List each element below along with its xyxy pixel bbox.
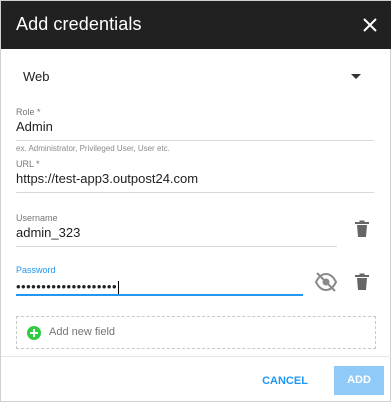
role-hint: ex. Administrator, Privileged User, User… [16, 144, 170, 153]
role-input[interactable]: Admin [16, 119, 374, 135]
credential-type-value: Web [23, 69, 50, 84]
footer-divider [1, 356, 391, 357]
password-input[interactable]: •••••••••••••••••••• [16, 279, 117, 294]
password-label: Password [16, 265, 56, 275]
trash-icon [355, 273, 369, 290]
close-icon [363, 18, 377, 32]
dialog-title: Add credentials [16, 14, 142, 34]
url-label: URL * [16, 159, 40, 169]
text-cursor [118, 280, 120, 295]
username-field[interactable]: Username admin_323 [16, 213, 337, 247]
trash-icon [355, 220, 369, 237]
close-button[interactable] [358, 13, 382, 37]
username-underline [16, 246, 337, 247]
credential-type-select[interactable]: Web [16, 61, 373, 91]
add-new-field-label: Add new field [49, 326, 116, 338]
add-button[interactable]: ADD [334, 366, 384, 395]
add-credentials-dialog: Add credentials Web Role * Admin ex. Adm… [0, 0, 391, 402]
password-value-row: •••••••••••••••••••• [16, 279, 302, 295]
delete-username-button[interactable] [354, 220, 370, 243]
password-field[interactable]: Password •••••••••••••••••••• [16, 265, 302, 295]
url-underline [16, 192, 374, 193]
role-label: Role * [16, 107, 41, 117]
add-new-field-button[interactable]: Add new field [16, 316, 376, 349]
role-field[interactable]: Role * Admin [16, 107, 374, 141]
url-field[interactable]: URL * https://test-app3.outpost24.com [16, 159, 374, 193]
role-underline [16, 140, 374, 141]
cancel-button[interactable]: CANCEL [256, 369, 314, 393]
toggle-password-visibility-button[interactable] [314, 271, 338, 298]
username-label: Username [16, 213, 58, 223]
eye-off-icon [314, 272, 338, 292]
dialog-header: Add credentials [1, 1, 391, 49]
username-input[interactable]: admin_323 [16, 225, 337, 241]
plus-circle-icon [27, 326, 41, 340]
url-input[interactable]: https://test-app3.outpost24.com [16, 171, 374, 187]
chevron-down-icon [351, 74, 361, 79]
delete-password-button[interactable] [354, 273, 370, 296]
password-underline [16, 294, 303, 296]
